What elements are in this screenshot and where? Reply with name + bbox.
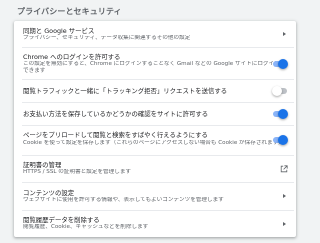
row-label: ページをプリロードして閲覧と検索をすばやく行えるようにする — [23, 131, 208, 139]
payment-methods-check-row: お支払い方法を保存しているかどうかの確認をサイトに許可する — [14, 103, 296, 125]
row-description: ウェブサイトに使用を許可する情報や、表示してもよいコンテンツを管理します — [23, 197, 224, 203]
row-label: 閲覧履歴データを削除する — [23, 216, 100, 224]
open-in-new-icon — [280, 165, 288, 173]
privacy-security-card: 同期と Google サービス プライバシー、セキュリティ、データ収集に関連する… — [14, 21, 296, 237]
toggle-knob — [278, 59, 288, 69]
row-description: 閲覧履歴、Cookie、キャッシュなどを削除します — [23, 224, 149, 230]
row-description: Cookie を使って設定を保存します（これらのページにアクセスしない場合も C… — [23, 140, 284, 146]
preload-pages-toggle[interactable] — [272, 135, 288, 145]
toggle-knob — [272, 86, 282, 96]
preload-pages-row: ページをプリロードして閲覧と検索をすばやく行えるようにする Cookie を使っ… — [14, 126, 296, 155]
do-not-track-toggle[interactable] — [272, 86, 288, 96]
content-settings-row[interactable]: コンテンツの設定 ウェブサイトに使用を許可する情報や、表示してもよいコンテンツを… — [14, 183, 296, 210]
row-label: 証明書の管理 — [23, 161, 62, 169]
clear-browsing-data-row[interactable]: 閲覧履歴データを削除する 閲覧履歴、Cookie、キャッシュなどを削除します — [14, 211, 296, 237]
toggle-knob — [278, 109, 288, 119]
row-label: 閲覧トラフィックと一緒に「トラッキング拒否」リクエストを送信する — [23, 87, 228, 95]
chevron-right-icon — [283, 222, 286, 226]
allow-chrome-signin-row: Chrome へのログインを許可する この設定を無効にすると、Chrome にロ… — [14, 48, 296, 79]
row-label: コンテンツの設定 — [23, 189, 75, 197]
row-label: お支払い方法を保存しているかどうかの確認をサイトに許可する — [23, 110, 209, 118]
manage-certificates-row[interactable]: 証明書の管理 HTTPS / SSL の証明書と設定を管理します — [14, 156, 296, 182]
payment-methods-check-toggle[interactable] — [272, 109, 288, 119]
row-label: Chrome へのログインを許可する — [23, 53, 121, 61]
toggle-knob — [278, 135, 288, 145]
row-label: 同期と Google サービス — [23, 27, 95, 35]
allow-chrome-signin-toggle[interactable] — [272, 59, 288, 69]
row-description: この設定を無効にすると、Chrome にログインすることなく Gmail などの… — [23, 61, 280, 74]
sync-google-services-row[interactable]: 同期と Google サービス プライバシー、セキュリティ、データ収集に関連する… — [14, 21, 296, 47]
settings-page: プライバシーとセキュリティ 同期と Google サービス プライバシー、セキュ… — [0, 0, 320, 243]
row-description: HTTPS / SSL の証明書と設定を管理します — [23, 169, 132, 175]
chevron-right-icon — [283, 32, 286, 36]
chevron-right-icon — [283, 194, 286, 198]
do-not-track-row: 閲覧トラフィックと一緒に「トラッキング拒否」リクエストを送信する — [14, 80, 296, 102]
row-description: プライバシー、セキュリティ、データ収集に関連するその他の設定 — [23, 35, 191, 41]
section-title: プライバシーとセキュリティ — [17, 7, 122, 16]
